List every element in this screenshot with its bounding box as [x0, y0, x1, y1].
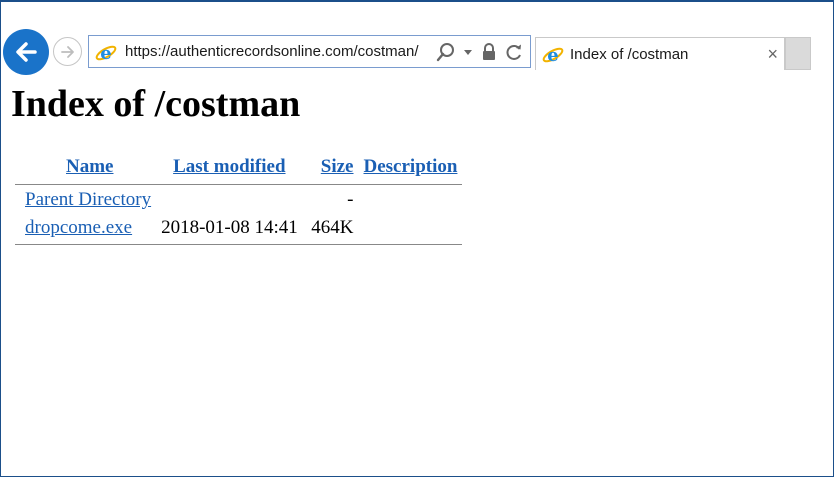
- last-modified-cell: 2018-01-08 14:41: [161, 217, 298, 238]
- sort-by-size-link[interactable]: Size: [321, 156, 354, 177]
- sort-by-last-modified-link[interactable]: Last modified: [173, 156, 285, 177]
- svg-text:e: e: [547, 45, 558, 66]
- table-header-row: Name Last modified Size Description: [15, 153, 462, 182]
- back-button[interactable]: [3, 29, 49, 75]
- last-modified-cell: [156, 186, 303, 214]
- svg-text:e: e: [100, 43, 111, 64]
- chevron-down-icon[interactable]: [462, 42, 474, 62]
- internet-explorer-icon: e: [95, 42, 117, 69]
- lock-icon[interactable]: [480, 42, 498, 62]
- search-icon[interactable]: [436, 42, 456, 62]
- parent-directory-link[interactable]: Parent Directory: [25, 189, 151, 210]
- tab-title: Index of /costman: [570, 46, 689, 63]
- description-cell: [359, 186, 463, 214]
- sort-by-name-link[interactable]: Name: [66, 156, 113, 177]
- sort-by-description-link[interactable]: Description: [364, 156, 458, 177]
- column-header-size: Size: [303, 153, 359, 182]
- tab-active[interactable]: e Index of /costman ×: [535, 37, 785, 70]
- refresh-icon[interactable]: [504, 42, 524, 62]
- name-cell: Parent Directory: [15, 186, 156, 214]
- description-cell: [359, 214, 463, 242]
- page-title: Index of /costman: [11, 83, 301, 125]
- forward-arrow-icon: [60, 45, 74, 58]
- divider: [15, 183, 463, 185]
- name-cell: dropcome.exe: [15, 214, 156, 242]
- footer-divider-row: [15, 242, 463, 246]
- size-cell: -: [347, 189, 354, 210]
- column-header-name: Name: [15, 153, 156, 182]
- internet-explorer-icon: e: [542, 44, 564, 71]
- table-row: Parent Directory -: [15, 186, 462, 214]
- size-cell: 464K: [311, 217, 354, 238]
- forward-button[interactable]: [53, 37, 82, 66]
- url-input[interactable]: [125, 36, 425, 67]
- address-bar[interactable]: e: [88, 35, 531, 68]
- file-link[interactable]: dropcome.exe: [25, 217, 132, 238]
- table-row: dropcome.exe 2018-01-08 14:41 464K: [15, 214, 462, 242]
- back-arrow-icon: [16, 42, 37, 62]
- column-header-description: Description: [359, 153, 463, 182]
- column-header-last-modified: Last modified: [156, 153, 303, 182]
- new-tab-button[interactable]: [785, 37, 811, 70]
- close-tab-button[interactable]: ×: [767, 38, 778, 71]
- directory-listing-table: Name Last modified Size Description Pare…: [15, 153, 463, 246]
- divider: [15, 243, 463, 245]
